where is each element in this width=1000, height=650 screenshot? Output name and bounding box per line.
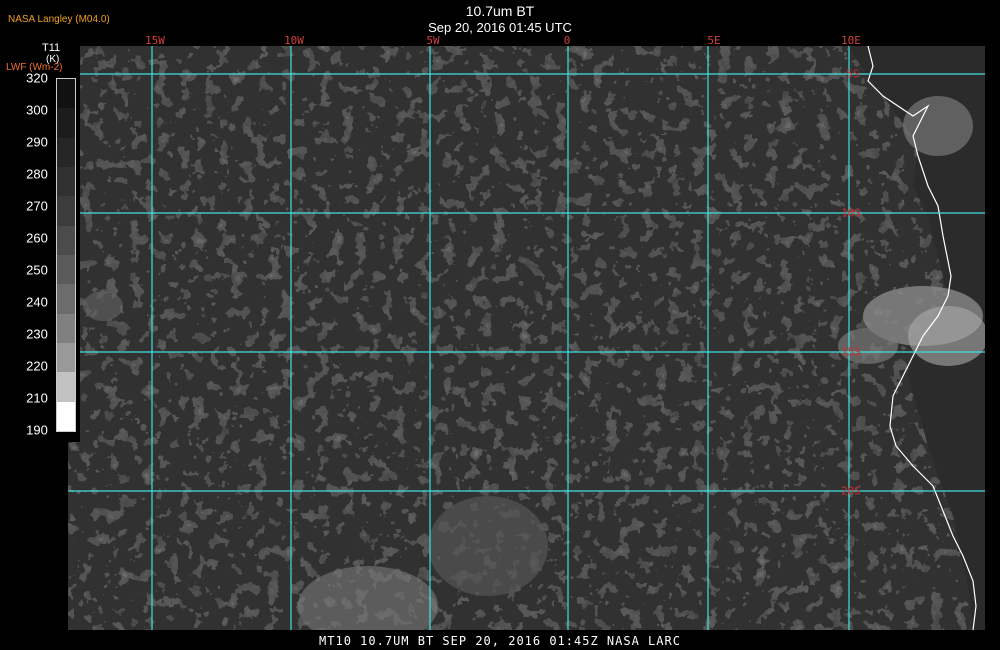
legend-variable: T11 [42,42,61,54]
lat-label: 20S [841,484,861,498]
legend-tick: 290 [26,134,48,150]
cloud-patch [908,306,985,366]
color-bar-segment [57,225,75,255]
legend-tick: 240 [26,294,48,310]
color-bar-segment [57,166,75,197]
color-bar-segment [57,254,75,285]
legend-tick: 300 [26,102,48,118]
footer-caption: MT10 10.7UM BT SEP 20, 2016 01:45Z NASA … [319,634,681,648]
satellite-map [68,46,985,630]
cloud-patch [428,496,548,596]
legend-tick: 320 [26,70,48,86]
lon-label: 10W [284,34,304,47]
color-bar-segment [57,196,75,226]
color-bar-segment [57,284,75,314]
legend-tick: 230 [26,326,48,342]
lon-label: 15W [145,34,165,47]
color-bar-segment [57,313,75,343]
color-bar-segment [57,372,75,402]
lat-label: 5S [846,67,860,81]
lon-label: 0 [563,34,571,47]
cloud-patch [903,96,973,156]
color-bar-segment [57,401,75,431]
lat-label: 15S [841,345,861,359]
color-bar [56,78,76,432]
color-bar-segment [57,137,75,167]
legend-tick: 270 [26,198,48,214]
legend-tick: 190 [26,422,48,438]
lon-label: 5W [426,34,440,47]
lon-label: 10E [841,34,861,47]
color-bar-segment [57,342,75,373]
image-datetime: Sep 20, 2016 01:45 UTC [428,20,572,35]
color-bar-segment [57,79,75,109]
cloud-patch [83,291,123,321]
legend-tick: 210 [26,390,48,406]
legend-tick: 280 [26,166,48,182]
lon-label: 5E [707,34,721,47]
lat-label: 10S [841,206,861,220]
legend-tick: 260 [26,230,48,246]
image-title: 10.7um BT [465,3,535,19]
color-bar-segment [57,108,75,138]
legend-tick: 220 [26,358,48,374]
legend-tick: 250 [26,262,48,278]
